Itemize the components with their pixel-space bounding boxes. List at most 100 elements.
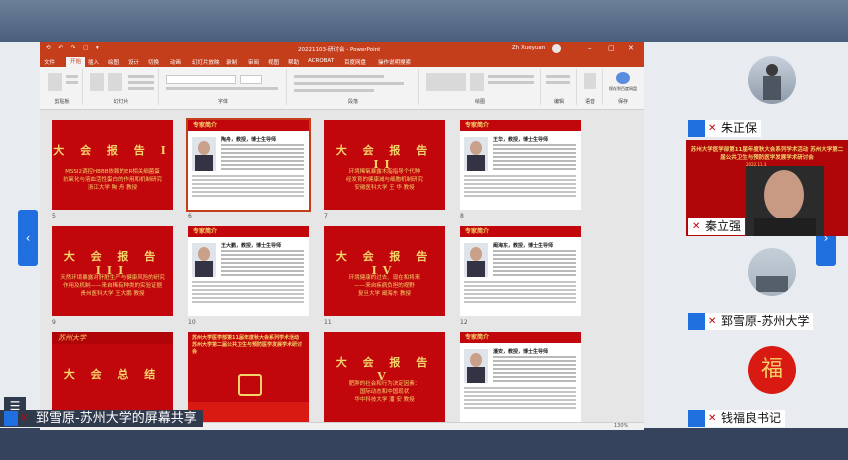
expert-bio (493, 250, 576, 278)
slide-body-line: 贵州医科大学 王大鹏 教授 (80, 291, 145, 297)
expert-name: 潘安，教授，博士生导师 (493, 349, 549, 355)
slide-body-line: 浙江大学 陶 舟 教授 (87, 185, 138, 191)
ribbon-tab[interactable]: 绘图 (108, 58, 119, 66)
muted-mic-icon: ✕ (692, 221, 701, 232)
font-name-box[interactable] (166, 75, 236, 84)
share-label-text: 郅雪原-苏州大学的屏幕共享 (36, 411, 197, 426)
reuse-slides-icon[interactable] (108, 73, 122, 91)
expert-name: 王华，教授，博士生导师 (493, 137, 549, 143)
ribbon-tab[interactable]: 帮助 (288, 58, 299, 66)
slide-thumbnail[interactable]: 专家简介 阚海东，教授，博士生导师 (460, 226, 581, 316)
expert-photo (192, 137, 216, 171)
ribbon-tab[interactable]: 操作说明搜索 (378, 58, 411, 66)
slide-thumbnail[interactable]: 苏州大学医学部第11届年度秋大会系列学术活动 苏州大学第二届公共卫生与预防医学发… (188, 332, 309, 422)
editing-group-label: 编辑 (553, 99, 564, 105)
participant-avatar (748, 56, 796, 104)
slide-thumbnail[interactable]: 大 会 报 告 II 环境稀氧暴露木脂指导个代种 经发育的健康减与细胞机制研究 安徽医… (324, 120, 445, 210)
paste-icon[interactable] (48, 73, 62, 91)
video-banner-text: 苏州大学医学部第11届年度秋大会系列学术活动 苏州大学第二届公共卫生与预防医学发… (690, 147, 844, 161)
muted-mic-icon: ✕ (708, 123, 717, 134)
paragraph-group-label: 段落 (347, 99, 358, 105)
slide-body-line: 复旦大学 阚海东 教授 (358, 291, 411, 297)
expert-header: 专家简介 (188, 226, 309, 237)
slide-body-line: ——来自疾病负担的视野 (354, 283, 415, 289)
slide-thumbnail[interactable]: 专家简介王华，教授，博士生导师 (460, 120, 581, 210)
arrange-icon[interactable] (470, 73, 484, 91)
document-title: 20221103-研讨会 - PowerPoint (298, 47, 381, 53)
dictate-icon[interactable] (584, 73, 596, 89)
quick-access-toolbar[interactable]: ⟲ ↶ ↷ ▢ ▾ (46, 45, 102, 51)
muted-mic-icon: ✕ (708, 316, 717, 327)
ribbon-tab[interactable]: 动画 (170, 58, 181, 66)
ribbon-tab[interactable]: 插入 (88, 58, 99, 66)
new-slide-icon[interactable] (90, 73, 104, 91)
slide-body-line: 环境稀氧暴露木脂指导个代种 (348, 169, 421, 175)
previous-page-arrow[interactable]: ‹ (18, 210, 38, 266)
ribbon-tab[interactable]: 幻灯片放映 (192, 58, 220, 66)
ribbon-tab[interactable]: 视图 (268, 58, 279, 66)
ribbon-tab[interactable]: 录制 (226, 58, 237, 66)
voice-group-label: 语音 (584, 99, 595, 105)
expert-bio-more (192, 175, 304, 199)
slide-body-line: 安徽医科大学 王 华 教授 (354, 185, 415, 191)
slide-body: 肥胖的社会和行为决定因素： 国际动态和中国现状 华中科技大学 潘 安 教授 (330, 380, 439, 404)
conference-emblem (238, 374, 262, 396)
voice-group: 语音 (578, 69, 603, 105)
baidu-cloud-icon[interactable] (616, 72, 630, 84)
muted-mic-icon: ✕ (20, 413, 29, 424)
slide-number: 10 (188, 319, 196, 326)
slide-body: 环境稀氧暴露木脂指导个代种 经发育的健康减与细胞机制研究 安徽医科大学 王 华 教授 (330, 168, 439, 192)
font-size-box[interactable] (240, 75, 262, 84)
minimize-icon[interactable]: – (588, 44, 592, 52)
slide-thumbnail[interactable]: 大 会 报 告 V 肥胖的社会和行为决定因素： 国际动态和中国现状 华中科技大学 潘 … (324, 332, 445, 422)
slide-thumbnail[interactable]: 专家简介 王大鹏，教授，博士生导师 (188, 226, 309, 316)
expert-header: 专家简介 (460, 120, 581, 131)
expert-bio (493, 144, 576, 172)
ribbon-tab[interactable]: 百度网盘 (344, 58, 366, 66)
ribbon-tab[interactable]: 切换 (148, 58, 159, 66)
slide-title: 大 会 报 告 V (335, 356, 434, 383)
user-icon (688, 120, 705, 137)
slide-body-line: 国际动态和中国现状 (359, 389, 410, 395)
expert-bio-more (464, 175, 576, 199)
conference-title: 苏州大学医学部第11届年度秋大会系列学术活动 苏州大学第二届公共卫生与预防医学发… (192, 335, 303, 355)
clipboard-group: 剪贴板 (42, 69, 83, 105)
slide-body: 天然环境暴露对肝脏生产与健康风险的研究 作用及机制——来自稀有种类的实验证据 贵州医… (58, 274, 167, 298)
slide-thumbnail[interactable]: 专家简介 陶舟，教授，博士生导师 (186, 118, 311, 212)
expert-bio (493, 356, 576, 384)
ribbon-tab[interactable]: ACROBAT (308, 58, 334, 64)
screen-share-label: ✕ 郅雪原-苏州大学的屏幕共享 (0, 410, 203, 427)
ribbon-tab[interactable]: 文件 (44, 58, 55, 66)
ribbon-tab[interactable]: 设计 (128, 58, 139, 66)
slide-thumbnail[interactable]: 苏州大学大 会 总 结 (52, 332, 173, 422)
powerpoint-window: ⟲ ↶ ↷ ▢ ▾ 20221103-研讨会 - PowerPoint Zh X… (40, 42, 644, 430)
slide-body-line: 作用及机制——来自稀有种类的实验证据 (62, 283, 162, 289)
user-icon (688, 313, 705, 330)
expert-name: 陶舟，教授，博士生导师 (221, 137, 277, 143)
slide-number: 6 (188, 213, 192, 220)
shapes-gallery[interactable] (426, 73, 466, 91)
maximize-icon[interactable]: ▢ (608, 44, 615, 52)
slide-body-line: MSSI2调控HBBB依赖的ER相关细菌蛋 (65, 169, 160, 175)
slide-thumbnail[interactable]: 大 会 报 告 IV 环境健康的过去、现在和将来 ——来自疾病负担的视野 复旦大学 阚… (324, 226, 445, 316)
user-avatar[interactable] (552, 44, 561, 53)
expert-header: 专家简介 (460, 332, 581, 343)
participant-name: 朱正保 (721, 121, 758, 135)
slide-thumbnail[interactable]: 大 会 报 告 III 天然环境暴露对肝脏生产与健康风险的研究 作用及机制——来自稀… (52, 226, 173, 316)
slide-body-line: 华中科技大学 潘 安 教授 (354, 397, 415, 403)
ribbon-tab[interactable]: 审阅 (248, 58, 259, 66)
ribbon-tab[interactable]: 开始 (66, 57, 86, 67)
close-icon[interactable]: ✕ (628, 44, 634, 52)
slide-thumbnail[interactable]: 专家简介潘安，教授，博士生导师 (460, 332, 581, 422)
slide-thumbnail[interactable]: 大 会 报 告 I MSSI2调控HBBB依赖的ER相关细菌蛋 抗氧化与溶血活性蛋白… (52, 120, 173, 210)
save-to-baidu-label: 保存到百度网盘 (609, 86, 637, 91)
clipboard-group-label: 剪贴板 (54, 99, 70, 105)
paragraph-group: 段落 (288, 69, 419, 105)
expert-bio (221, 144, 304, 172)
save-group: 保存到百度网盘 保存 (604, 69, 642, 105)
expert-photo (464, 349, 488, 383)
slide-number: 11 (324, 319, 332, 326)
editing-group: 编辑 (542, 69, 577, 105)
zoom-level[interactable]: 130% (614, 423, 628, 429)
user-name[interactable]: Zh Xueyuan (512, 45, 545, 51)
